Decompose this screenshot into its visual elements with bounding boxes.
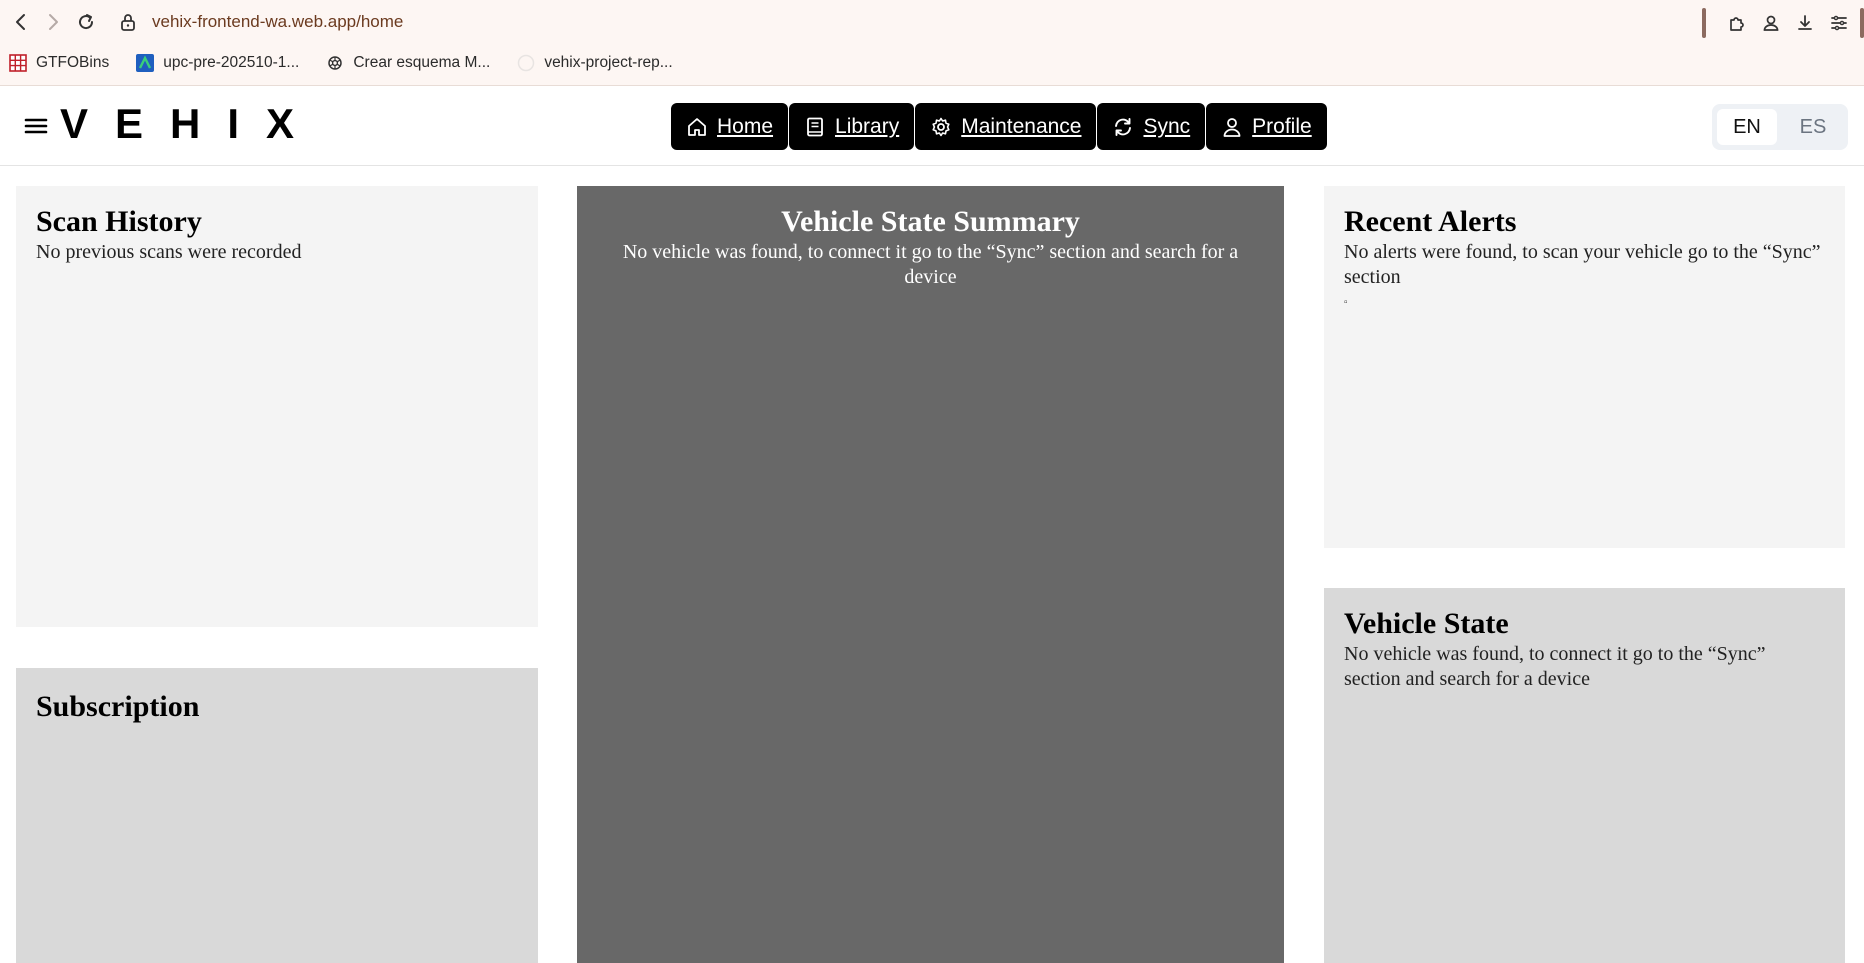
openai-icon xyxy=(325,53,345,73)
recent-alerts-card: Recent Alerts No alerts were found, to s… xyxy=(1324,186,1845,548)
lang-en-button[interactable]: EN xyxy=(1717,109,1777,145)
user-icon xyxy=(1221,115,1245,139)
subscription-title: Subscription xyxy=(36,690,200,723)
lang-es-button[interactable]: ES xyxy=(1783,109,1843,145)
bookmark-gtfobins[interactable]: GTFOBins xyxy=(8,53,109,73)
downloads-button[interactable] xyxy=(1788,6,1822,40)
bookmark-label: Crear esquema M... xyxy=(353,54,491,71)
nav-sync-label: Sync xyxy=(1143,114,1191,138)
account-icon xyxy=(1763,15,1779,31)
github-icon xyxy=(516,53,536,73)
nav-sync[interactable]: Sync xyxy=(1097,103,1206,150)
bookmark-vehix-repo[interactable]: vehix-project-rep... xyxy=(516,53,673,73)
lock-icon xyxy=(121,14,135,31)
url-field[interactable]: vehix-frontend-wa.web.app/home xyxy=(152,12,403,32)
vehicle-state-title: Vehicle State xyxy=(1344,607,1509,640)
menu-button[interactable] xyxy=(1822,6,1856,40)
nav-maintenance-label: Maintenance xyxy=(961,114,1082,138)
gear-icon xyxy=(930,115,954,139)
nav-maintenance[interactable]: Maintenance xyxy=(915,103,1097,150)
vehicle-state-summary-card: Vehicle State Summary No vehicle was fou… xyxy=(577,186,1284,963)
vehicle-state-empty-text: No vehicle was found, to connect it go t… xyxy=(1344,643,1766,690)
vehicle-state-summary-text: No vehicle was found, to connect it go t… xyxy=(622,241,1239,288)
app-header: VEHIX Home Library Maintenance Sync Prof… xyxy=(0,86,1864,166)
bookmark-upc[interactable]: upc-pre-202510-1... xyxy=(135,53,299,73)
upc-icon xyxy=(135,53,155,73)
browser-toolbar: vehix-frontend-wa.web.app/home GTFOBins xyxy=(0,0,1864,86)
bookmark-label: GTFOBins xyxy=(36,54,110,71)
nav-home[interactable]: Home xyxy=(671,103,789,150)
bookmark-label: upc-pre-202510-1... xyxy=(163,54,300,71)
alerts-list-marker: ▫ xyxy=(1344,297,1348,308)
chevron-right-icon xyxy=(49,14,58,30)
back-button[interactable] xyxy=(10,11,32,33)
subscription-card: Subscription xyxy=(16,668,538,963)
grid-icon xyxy=(8,53,28,73)
scan-history-card: Scan History No previous scans were reco… xyxy=(16,186,538,627)
reload-button[interactable] xyxy=(75,11,97,33)
account-button[interactable] xyxy=(1754,6,1788,40)
address-bar-row: vehix-frontend-wa.web.app/home xyxy=(0,0,1864,46)
bookmarks-bar: GTFOBins upc-pre-202510-1... Crear esque… xyxy=(0,48,1864,78)
nav-library[interactable]: Library xyxy=(789,103,915,150)
sync-icon xyxy=(1112,115,1136,139)
scan-history-empty-text: No previous scans were recorded xyxy=(36,241,302,263)
forward-button[interactable] xyxy=(42,11,64,33)
brand-logo[interactable]: VEHIX xyxy=(60,100,321,148)
hamburger-menu-icon[interactable] xyxy=(24,114,48,138)
chevron-left-icon xyxy=(16,14,25,30)
puzzle-icon xyxy=(1730,17,1744,31)
nav-library-label: Library xyxy=(835,114,900,138)
scan-history-title: Scan History xyxy=(36,205,202,238)
nav-home-label: Home xyxy=(717,114,774,138)
bookmark-crear-esquema[interactable]: Crear esquema M... xyxy=(325,53,490,73)
nav-profile-label: Profile xyxy=(1252,114,1312,138)
recent-alerts-empty-text: No alerts were found, to scan your vehic… xyxy=(1344,241,1821,288)
language-switcher: EN ES xyxy=(1712,104,1848,150)
home-icon xyxy=(686,115,710,139)
toolbar-edge xyxy=(1860,8,1864,38)
book-icon xyxy=(804,115,828,139)
toolbar-divider xyxy=(1702,8,1706,38)
extensions-button[interactable] xyxy=(1720,6,1754,40)
nav-profile[interactable]: Profile xyxy=(1206,103,1327,150)
recent-alerts-title: Recent Alerts xyxy=(1344,205,1517,238)
main-navigation: Home Library Maintenance Sync Profile xyxy=(671,103,1328,150)
vehicle-state-card: Vehicle State No vehicle was found, to c… xyxy=(1324,588,1845,963)
browser-actions xyxy=(1702,6,1864,40)
reload-icon xyxy=(79,14,94,30)
download-icon xyxy=(1798,15,1812,30)
vehicle-state-summary-title: Vehicle State Summary xyxy=(781,205,1080,238)
bookmark-label: vehix-project-rep... xyxy=(544,54,673,71)
menu-lines-icon xyxy=(1831,15,1847,31)
